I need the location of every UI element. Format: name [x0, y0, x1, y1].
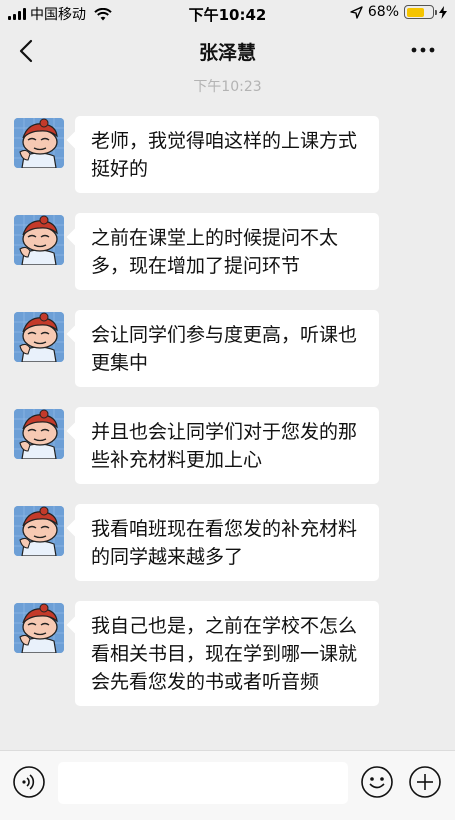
input-bar	[0, 750, 455, 820]
message-bubble[interactable]: 老师，我觉得咱这样的上课方式挺好的	[75, 116, 379, 193]
message-row: 会让同学们参与度更高，听课也更集中	[0, 310, 455, 407]
contact-avatar[interactable]	[14, 506, 64, 556]
message-row: 并且也会让同学们对于您发的那些补充材料更加上心	[0, 407, 455, 504]
message-timestamp: 下午10:23	[193, 79, 262, 95]
message-row: 我看咱班现在看您发的补充材料的同学越来越多了	[0, 504, 455, 601]
location-arrow-icon	[350, 5, 363, 19]
message-list: 老师，我觉得咱这样的上课方式挺好的 之前在课堂上的时候提问不太多，现在增加了提问…	[0, 116, 455, 741]
message-bubble[interactable]: 我看咱班现在看您发的补充材料的同学越来越多了	[75, 504, 379, 581]
message-bubble[interactable]: 我自己也是，之前在学校不怎么看相关书目，现在学到哪一课就会先看您发的书或者听音频	[75, 601, 379, 706]
battery-fill	[406, 7, 424, 17]
contact-avatar[interactable]	[14, 215, 64, 265]
contact-avatar[interactable]	[14, 118, 64, 168]
message-input[interactable]	[58, 762, 348, 804]
contact-avatar[interactable]	[14, 603, 64, 653]
status-right: 68%	[350, 4, 447, 20]
charging-bolt-icon	[439, 5, 447, 19]
add-button[interactable]	[408, 765, 442, 799]
message-row: 老师，我觉得咱这样的上课方式挺好的	[0, 116, 455, 213]
message-row: 之前在课堂上的时候提问不太多，现在增加了提问环节	[0, 213, 455, 310]
status-bar: 中国移动 下午10:42 68%	[0, 0, 455, 26]
voice-button[interactable]	[12, 765, 46, 799]
battery-percent: 68%	[367, 4, 399, 20]
nav-bar: 张泽慧	[0, 26, 455, 76]
chat-title: 张泽慧	[198, 42, 256, 64]
message-row: 我自己也是，之前在学校不怎么看相关书目，现在学到哪一课就会先看您发的书或者听音频	[0, 601, 455, 741]
message-bubble[interactable]: 会让同学们参与度更高，听课也更集中	[75, 310, 379, 387]
message-bubble[interactable]: 并且也会让同学们对于您发的那些补充材料更加上心	[75, 407, 379, 484]
emoji-button[interactable]	[360, 765, 394, 799]
contact-avatar[interactable]	[14, 312, 64, 362]
contact-avatar[interactable]	[14, 409, 64, 459]
message-bubble[interactable]: 之前在课堂上的时候提问不太多，现在增加了提问环节	[75, 213, 379, 290]
battery-icon	[404, 5, 437, 19]
more-button[interactable]	[409, 40, 437, 60]
